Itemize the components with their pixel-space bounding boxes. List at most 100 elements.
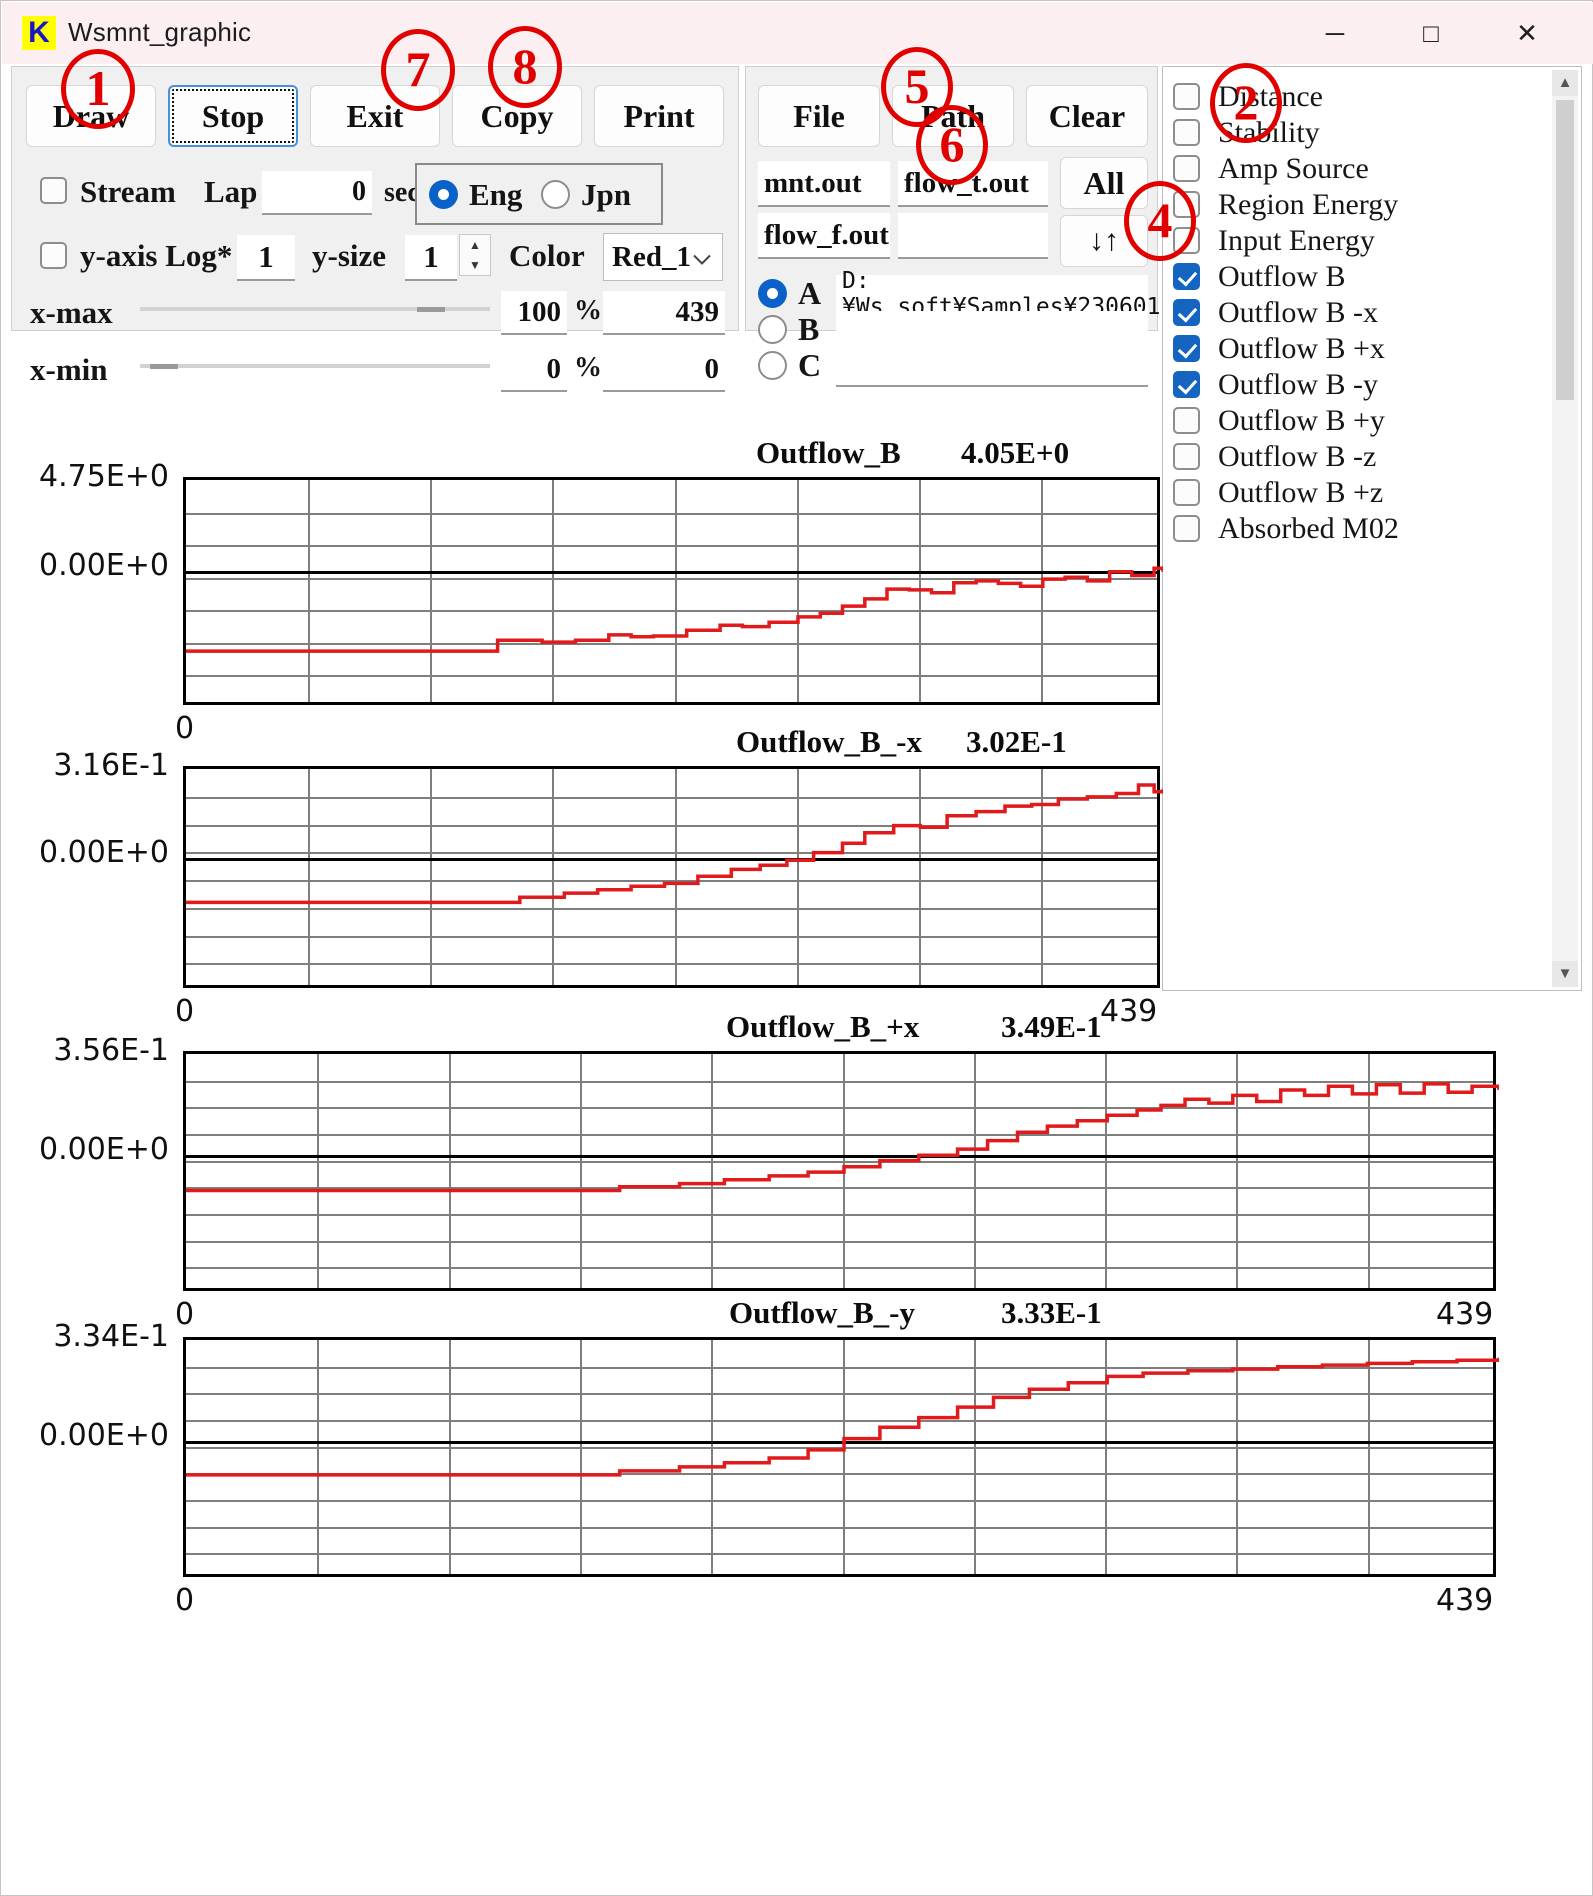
ysize-stepper[interactable]: ▲ ▼ [459,234,491,276]
checklist-panel[interactable]: Distance Stability Amp Source Region Energy… [1162,66,1582,991]
chart-value-3: 3.33E-1 [1001,1295,1102,1330]
out-file-4[interactable] [898,213,1048,259]
checklist-item-7[interactable]: Outflow B +x [1173,331,1385,366]
checklist-label-12: Absorbed M02 [1218,511,1399,545]
xmin-slider[interactable] [140,364,490,368]
application-window: K Wsmnt_graphic ─ □ ✕ Draw Stop Exit Cop… [0,0,1593,1896]
yaxis-log-checkbox[interactable] [40,242,67,269]
out-file-1[interactable]: mnt.out [758,161,890,207]
stream-checkbox[interactable] [40,177,67,204]
chart-series-2 [186,1082,1499,1193]
eng-label: Eng [469,177,523,212]
checklist-checkbox-6[interactable] [1173,299,1200,326]
checklist-label-9: Outflow B +y [1218,403,1385,437]
close-button[interactable]: ✕ [1479,3,1575,63]
checklist-item-9[interactable]: Outflow B +y [1173,403,1385,438]
chart-ytop-1: 3.16E-1 [53,748,169,783]
checklist-item-3[interactable]: Region Energy [1173,187,1398,222]
source-b-path[interactable] [836,311,1148,351]
stepper-down-icon[interactable]: ▼ [460,255,490,275]
xmax-percent-input[interactable]: 100 [501,291,567,335]
scroll-down-icon[interactable]: ▼ [1552,961,1578,987]
xmin-percent-input[interactable]: 0 [501,348,567,392]
checklist-item-2[interactable]: Amp Source [1173,151,1369,186]
xmin-label: x-min [30,352,108,387]
chart-xmin-label-2: 0 [175,1297,195,1332]
chart-yzero-2: 0.00E+0 [39,1131,169,1167]
checklist-checkbox-0[interactable] [1173,83,1200,110]
checklist-checkbox-5[interactable] [1173,263,1200,290]
chart-plot-0 [183,477,1163,705]
xmax-percent-sign: % [574,295,602,326]
annotation-6: 6 [916,105,988,185]
checklist-label-11: Outflow B +z [1218,475,1384,509]
stepper-up-icon[interactable]: ▲ [460,235,490,255]
source-a-path[interactable]: D:¥Ws_soft¥Samples¥230601- [836,268,1174,320]
chart-series-0 [186,566,1163,653]
checklist-checkbox-9[interactable] [1173,407,1200,434]
checklist-checkbox-12[interactable] [1173,515,1200,542]
chart-plot-1 [183,766,1163,988]
source-a-radio[interactable] [758,279,787,308]
app-logo-glyph: K [28,16,50,49]
print-button[interactable]: Print [594,85,724,147]
lap-input[interactable]: 0 [262,171,372,215]
checklist-item-8[interactable]: Outflow B -y [1173,367,1378,402]
chart-xmax-label-3: 439 [1436,1583,1494,1618]
checklist-checkbox-11[interactable] [1173,479,1200,506]
stop-button[interactable]: Stop [168,85,298,147]
xmax-slider-thumb[interactable] [417,307,445,312]
annotation-2: 2 [1210,63,1282,143]
file-button[interactable]: File [758,85,880,147]
checklist-item-10[interactable]: Outflow B -z [1173,439,1376,474]
checklist-checkbox-10[interactable] [1173,443,1200,470]
checklist-checkbox-2[interactable] [1173,155,1200,182]
clear-button[interactable]: Clear [1026,85,1148,147]
chart-value-0: 4.05E+0 [961,435,1070,470]
xmin-slider-thumb[interactable] [150,364,178,369]
app-logo-icon: K [22,16,56,50]
checklist-item-12[interactable]: Absorbed M02 [1173,511,1399,546]
checklist-label-8: Outflow B -y [1218,367,1378,401]
scrollbar-thumb[interactable] [1556,100,1574,400]
jpn-radio[interactable] [541,180,570,209]
checklist-checkbox-8[interactable] [1173,371,1200,398]
xmin-percent-sign: % [574,352,602,383]
source-c-radio[interactable] [758,351,787,380]
checklist-item-6[interactable]: Outflow B -x [1173,295,1378,330]
xmax-label: x-max [30,295,113,330]
chart-yzero-1: 0.00E+0 [39,834,169,870]
chart-ytop-0: 4.75E+0 [39,459,169,494]
annotation-7: 7 [381,29,455,111]
minimize-button[interactable]: ─ [1287,3,1383,63]
language-group: Eng Jpn [415,163,663,225]
source-b-label: B [798,311,820,347]
chart-yzero-0: 0.00E+0 [39,548,169,584]
source-c-path[interactable] [836,347,1148,387]
chart-xmin-label-1: 0 [175,994,195,1029]
maximize-button[interactable]: □ [1383,3,1479,63]
minimize-icon: ─ [1325,18,1345,48]
chart-xmax-label-1: 439 [1100,994,1158,1029]
chart-value-2: 3.49E-1 [1001,1009,1102,1044]
checklist-item-5[interactable]: Outflow B [1173,259,1346,294]
color-label: Color [509,238,585,273]
checklist-checkbox-1[interactable] [1173,119,1200,146]
xmax-value-input[interactable]: 439 [603,291,725,335]
color-select[interactable]: Red_1 [603,233,723,281]
checklist-checkbox-7[interactable] [1173,335,1200,362]
out-file-3[interactable]: flow_f.out [758,213,890,259]
annotation-8: 8 [488,26,562,108]
window-title: Wsmnt_graphic [68,17,252,47]
checklist-item-4[interactable]: Input Energy [1173,223,1375,258]
checklist-item-11[interactable]: Outflow B +z [1173,475,1383,510]
ysize-input[interactable]: 1 [405,235,457,281]
scroll-up-icon[interactable]: ▲ [1552,70,1578,96]
chart-xmin-label-0: 0 [175,711,195,746]
yaxis-log-input[interactable]: 1 [237,235,295,281]
title-bar: K Wsmnt_graphic ─ □ ✕ [2,2,1593,64]
checklist-scrollbar[interactable]: ▲ ▼ [1552,70,1578,987]
eng-radio[interactable] [429,180,458,209]
source-b-radio[interactable] [758,315,787,344]
xmin-value-input[interactable]: 0 [603,348,725,392]
